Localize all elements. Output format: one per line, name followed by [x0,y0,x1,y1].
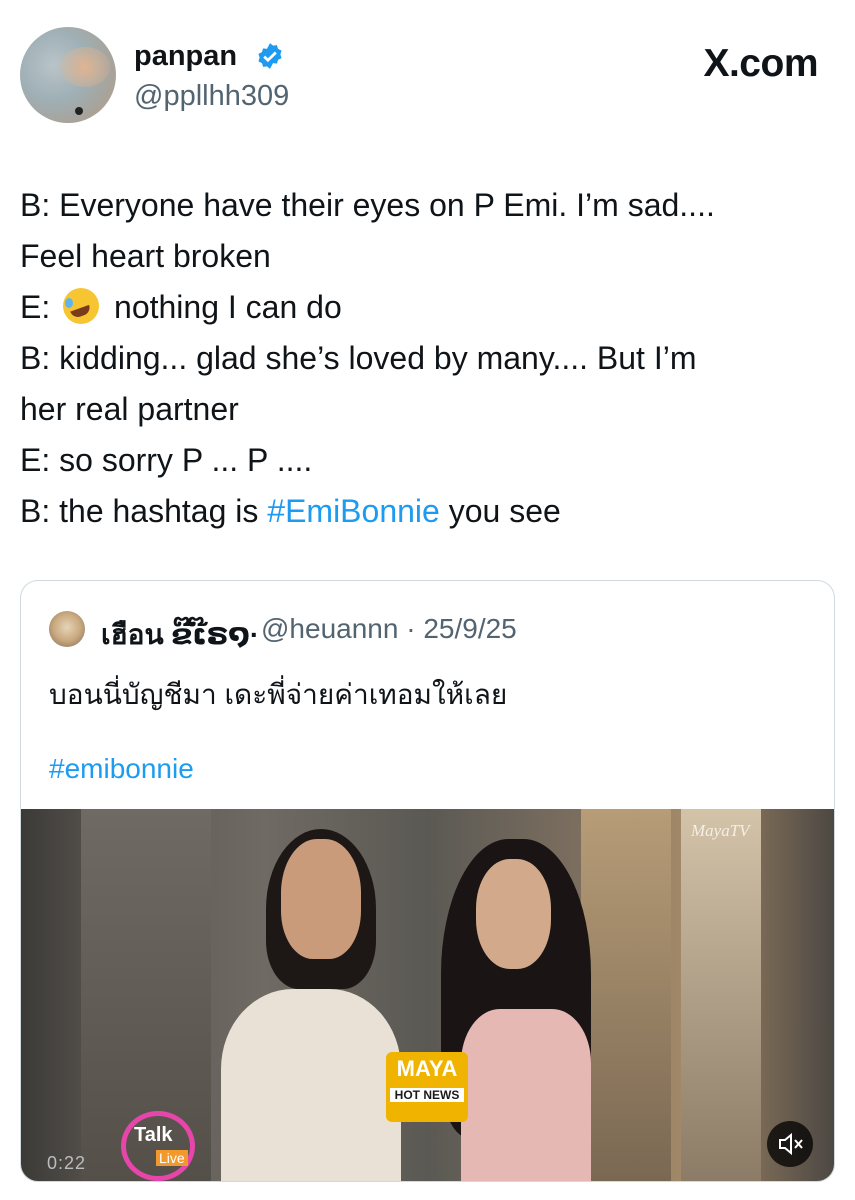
person-dress [461,1009,591,1181]
maya-hotnews-text: HOT NEWS [390,1088,464,1102]
display-name[interactable]: panpan [134,40,237,73]
quoted-date[interactable]: 25/9/25 [423,613,516,644]
person-dress [221,989,401,1181]
person-face [476,859,551,969]
talk-live-logo: Talk Live [121,1111,195,1181]
quoted-user-avatar[interactable] [49,611,85,647]
tweet-line: E: so sorry P ... P .... [20,442,313,478]
tweet-line-text: nothing I can do [114,289,342,325]
mute-button[interactable] [767,1121,813,1167]
maya-microphone-logo: MAYA HOT NEWS [386,1052,468,1122]
avatar-sky-glow [60,47,110,87]
quoted-display-name[interactable]: เฮือน ຂ໊ເ໊ຣ໑· [101,613,259,657]
profile-avatar[interactable] [20,27,116,123]
quoted-hashtag-link[interactable]: #emibonnie [49,753,194,785]
verified-badge-icon [258,43,282,69]
video-timestamp: 0:22 [47,1153,87,1173]
tweet-line: her real partner [20,391,239,427]
tweet-line: B: the hashtag is #EmiBonnie you see [20,486,835,537]
tweet-line-text: you see [448,493,561,529]
tweet-text: B: Everyone have their eyes on P Emi. I’… [20,180,835,537]
meta-separator: · [406,613,416,644]
x-brand-logo[interactable]: X.com [703,42,818,86]
rolling-laughing-emoji-icon [63,288,100,324]
tweet-line: B: kidding... glad she’s loved by many..… [20,340,697,376]
quoted-meta: @heuannn · 25/9/25 [261,613,517,645]
tweet-line: E: nothing I can do [20,282,835,333]
maya-logo-text: MAYA [396,1056,458,1081]
quoted-handle[interactable]: @heuannn [261,613,398,644]
x-brand-text: X.com [703,42,818,85]
talk-logo-text: Talk [134,1124,173,1146]
avatar-bird [75,107,83,115]
quoted-text: บอนนี่บัญชีมา เดะพี่จ่ายค่าเทอมให้เลย [49,679,508,710]
person-left [211,829,411,1181]
user-handle[interactable]: @ppllhh309 [134,80,289,113]
speaker-muted-icon [779,1132,803,1156]
hashtag-link[interactable]: #EmiBonnie [267,493,440,529]
video-player[interactable]: MAYA HOT NEWS MayaTV Talk Live 0:22 [21,809,834,1181]
tweet-line: B: Everyone have their eyes on P Emi. I’… [20,187,715,223]
quoted-tweet-card[interactable]: เฮือน ຂ໊ເ໊ຣ໑· @heuannn · 25/9/25 บอนนี่บ… [20,580,835,1182]
person-right [421,839,621,1181]
live-logo-text: Live [156,1150,188,1166]
background-wall-panel [681,809,761,1181]
person-face [281,839,361,959]
channel-watermark: MayaTV [691,821,750,840]
tweet-speaker: E: [20,289,51,325]
tweet-line-text: B: the hashtag is [20,493,259,529]
tweet-line: Feel heart broken [20,238,271,274]
